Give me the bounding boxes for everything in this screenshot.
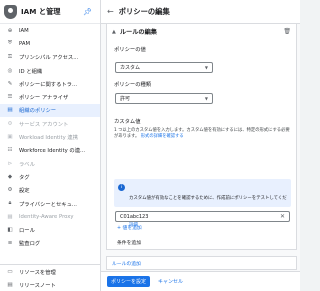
custom-value-description: 1 つ以上のカスタム値を入力します。カスタム値を有効にするには、特定の形式にする…	[114, 128, 290, 140]
sidebar-item-label: Workforce Identity の連...	[19, 148, 86, 155]
sidebar-item-iap[interactable]: ▦ Identity-Aware Proxy	[0, 210, 100, 223]
sidebar-item-label: プライバシーとセキュ...	[19, 201, 77, 208]
edit-policy-panel: ← ポリシーの編集 ▲ ルールの編集 🗑︎ ポリシーの値 カスタム ▼ ポリシー…	[101, 0, 300, 291]
sidebar-item-wrench[interactable]: ✎ ポリシーに関するトラ...	[0, 77, 100, 90]
service-account-icon: ⚙	[7, 120, 13, 127]
rule-title: ルールの編集	[119, 29, 157, 36]
sidebar-item-audit-log[interactable]: ≡ 監査ログ	[0, 237, 100, 250]
nav-bottom: ▭ リソースを管理 ▤ リリースノート	[0, 264, 100, 291]
nav-header: IAM と管理 📌︎	[0, 0, 100, 24]
pin-icon[interactable]: 📌︎	[83, 8, 92, 16]
clear-icon[interactable]: ✕	[280, 213, 285, 220]
sidebar-item-label: リリースノート	[19, 282, 56, 289]
nav-title: IAM と管理	[21, 6, 61, 16]
custom-value-text: C01abc123	[120, 213, 149, 220]
sidebar-item-folder[interactable]: ▭ リソースを管理	[0, 265, 100, 278]
collapse-caret-icon[interactable]: ▲	[112, 29, 116, 35]
sidebar-item-label: Workload Identity 連携	[19, 135, 78, 142]
sidebar-item-workload[interactable]: ▣ Workload Identity 連携	[0, 130, 100, 143]
sidebar-item-service-account[interactable]: ⚙ サービス アカウント	[0, 117, 100, 130]
nav-list: ⊕ IAM ⛨ PAM ⚿ プリンシパル アクセス... ◎ ID と組織 ✎ ポリシーに関するト…	[0, 24, 100, 250]
gear-icon: ⚙	[7, 187, 13, 194]
add-condition-button[interactable]: 条件を追加	[117, 239, 141, 246]
custom-value-input[interactable]: C01abc123 ✕	[115, 211, 290, 222]
notes-icon: ▤	[7, 281, 13, 288]
info-details-link[interactable]: 詳細	[129, 222, 287, 228]
policy-value-label: ポリシーの値	[114, 47, 146, 53]
sidebar-item-label[interactable]: ⊳ ラベル	[0, 157, 100, 170]
sidebar-item-lock[interactable]: 🔒︎ プライバシーとセキュ...	[0, 197, 100, 210]
side-navigation: IAM と管理 📌︎ ⊕ IAM ⛨ PAM ⚿ プリンシパル アクセス... ◎ ID と組…	[0, 0, 101, 291]
cancel-button[interactable]: キャンセル	[158, 278, 183, 285]
info-notice: i カスタム値が有効なことを確認するために、作成前にポリシーをテストしてください…	[114, 179, 291, 228]
sidebar-item-workforce[interactable]: ☷ Workforce Identity の連...	[0, 144, 100, 157]
workload-icon: ▣	[7, 134, 13, 141]
sidebar-item-label: 監査ログ	[19, 241, 41, 248]
sidebar-item-label: サービス アカウント	[19, 121, 69, 128]
key-icon: ⚿	[7, 53, 13, 60]
sidebar-item-roles[interactable]: ◧ ロール	[0, 223, 100, 236]
sidebar-item-label: ID と組織	[19, 68, 43, 75]
policy-type-selected: 許可	[120, 96, 131, 102]
policy-type-label: ポリシーの種類	[114, 82, 152, 88]
sidebar-item-person-add[interactable]: ⊕ IAM	[0, 24, 100, 37]
add-rule-button[interactable]: ルールの追加	[106, 256, 297, 270]
sidebar-item-label: 設定	[19, 188, 30, 195]
sidebar-item-label: ラベル	[19, 161, 35, 168]
sidebar-item-label: リソースを管理	[19, 269, 56, 276]
sidebar-item-label: タグ	[19, 174, 30, 181]
folder-icon: ▭	[7, 268, 13, 275]
sidebar-item-search-doc[interactable]: ☰ ポリシー アナライザ	[0, 90, 100, 103]
search-doc-icon: ☰	[7, 94, 13, 101]
iap-icon: ▦	[7, 213, 13, 220]
delete-icon[interactable]: 🗑︎	[283, 28, 291, 35]
rule-editor-card: ▲ ルールの編集 🗑︎ ポリシーの値 カスタム ▼ ポリシーの種類 許可 ▼ カ…	[106, 24, 297, 265]
sidebar-item-key[interactable]: ⚿ プリンシパル アクセス...	[0, 51, 100, 64]
iam-shield-icon	[4, 4, 17, 19]
label-icon: ⊳	[7, 160, 13, 167]
roles-icon: ◧	[7, 227, 13, 234]
info-icon: i	[118, 184, 125, 191]
document-icon: ▤	[7, 107, 13, 114]
sidebar-item-label: IAM	[19, 27, 29, 34]
policy-value-select[interactable]: カスタム ▼	[115, 62, 213, 73]
lock-icon: 🔒︎	[8, 200, 12, 206]
sidebar-item-label: 組織のポリシー	[19, 108, 57, 115]
sidebar-item-label: プリンシパル アクセス...	[19, 55, 79, 62]
rule-header[interactable]: ▲ ルールの編集 🗑︎	[107, 24, 296, 39]
audit-log-icon: ≡	[7, 240, 13, 247]
sidebar-item-label: ポリシー アナライザ	[19, 95, 69, 102]
sidebar-item-notes[interactable]: ▤ リリースノート	[0, 278, 100, 291]
sidebar-item-account-circle[interactable]: ◎ ID と組織	[0, 64, 100, 77]
sidebar-item-label: PAM	[19, 40, 31, 47]
wrench-icon: ✎	[7, 80, 13, 87]
sidebar-item-document[interactable]: ▤ 組織のポリシー	[0, 103, 100, 118]
shield-icon: ⛨	[7, 40, 13, 47]
sidebar-item-shield[interactable]: ⛨ PAM	[0, 37, 100, 50]
policy-value-selected: カスタム	[120, 65, 141, 71]
custom-value-label: カスタム値	[114, 119, 141, 125]
sidebar-item-label: Identity-Aware Proxy	[19, 213, 74, 220]
sidebar-item-gear[interactable]: ⚙ 設定	[0, 184, 100, 197]
info-content: カスタム値が有効なことを確認するために、作成前にポリシーをテストしてください。 …	[129, 184, 287, 228]
format-details-link[interactable]: 形式の詳細を確認する	[141, 134, 184, 139]
add-value-button[interactable]: + 値を追加	[117, 224, 142, 231]
policy-type-select[interactable]: 許可 ▼	[115, 93, 213, 104]
panel-title: ポリシーの編集	[118, 6, 170, 16]
account-circle-icon: ◎	[7, 67, 13, 74]
dropdown-arrow-icon: ▼	[204, 65, 208, 70]
back-arrow-icon[interactable]: ←	[107, 7, 114, 16]
sidebar-item-label: ロール	[19, 228, 35, 235]
dropdown-arrow-icon: ▼	[204, 96, 208, 101]
tag-icon: ◆	[7, 173, 13, 180]
sidebar-item-label: ポリシーに関するトラ...	[19, 81, 78, 88]
set-policy-button[interactable]: ポリシーを設定	[107, 276, 151, 287]
panel-header: ← ポリシーの編集	[101, 0, 300, 24]
sidebar-item-tag[interactable]: ◆ タグ	[0, 170, 100, 183]
workforce-icon: ☷	[7, 147, 13, 154]
panel-footer: ポリシーを設定 キャンセル	[101, 271, 300, 291]
person-add-icon: ⊕	[7, 27, 13, 34]
